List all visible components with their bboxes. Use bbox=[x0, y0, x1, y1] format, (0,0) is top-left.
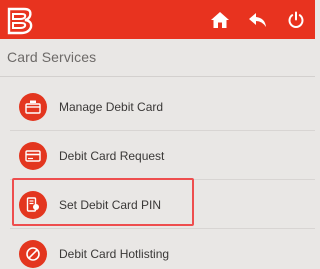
back-arrow-icon bbox=[249, 13, 266, 27]
logout-button[interactable] bbox=[283, 7, 309, 33]
card-settings-icon bbox=[19, 92, 47, 121]
list-item-label: Debit Card Hotlisting bbox=[59, 246, 170, 261]
app-header bbox=[0, 0, 315, 39]
list-item-debit-card-request[interactable]: Debit Card Request bbox=[0, 131, 315, 180]
bank-logo-icon bbox=[6, 5, 36, 35]
card-icon bbox=[19, 141, 47, 170]
divider bbox=[0, 76, 315, 77]
power-icon bbox=[288, 11, 304, 28]
section-title: Card Services bbox=[7, 49, 97, 65]
list-item-debit-card-hotlisting[interactable]: Debit Card Hotlisting bbox=[0, 229, 315, 269]
card-services-list: Manage Debit Card Debit Card Request Set… bbox=[0, 82, 315, 269]
list-item-label: Debit Card Request bbox=[59, 148, 165, 163]
home-icon bbox=[211, 12, 229, 28]
card-services-screen: Card Services Manage Debit Card Debit Ca… bbox=[0, 0, 315, 269]
block-icon bbox=[19, 239, 47, 268]
home-button[interactable] bbox=[207, 7, 233, 33]
list-item-manage-debit-card[interactable]: Manage Debit Card bbox=[0, 82, 315, 131]
back-button[interactable] bbox=[245, 7, 271, 33]
list-item-label: Manage Debit Card bbox=[59, 99, 164, 114]
selection-highlight-box bbox=[12, 178, 194, 226]
